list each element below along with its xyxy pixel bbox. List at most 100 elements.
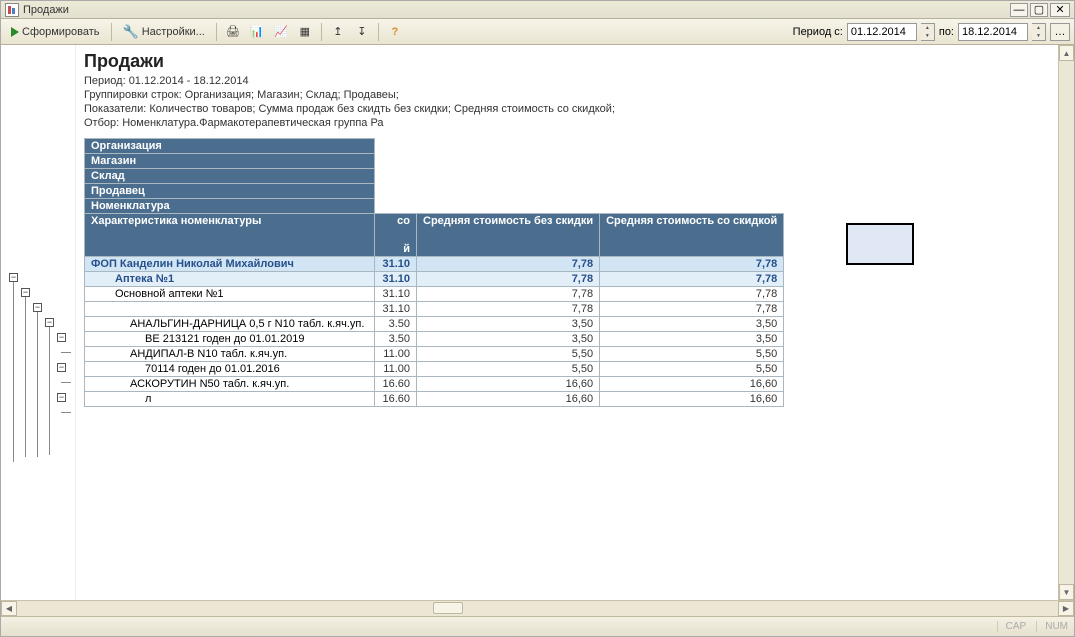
cell-value: 5,50 bbox=[600, 347, 784, 362]
cell-value: 5,50 bbox=[600, 362, 784, 377]
app-window: Продажи — ▢ ✕ Сформировать 🔧 Настройки..… bbox=[0, 0, 1075, 637]
cell-value: 3,50 bbox=[417, 332, 600, 347]
cell-value: 31.10 bbox=[375, 287, 417, 302]
status-num: NUM bbox=[1036, 621, 1068, 632]
period-label: Период с: bbox=[793, 26, 843, 38]
date-from-spinner[interactable]: ▲▼ bbox=[921, 23, 935, 41]
expand-button[interactable]: ↥ bbox=[327, 22, 349, 42]
col-header: Продавец bbox=[85, 184, 375, 199]
date-from-input[interactable] bbox=[847, 23, 917, 41]
col-header: Средняя стоимость без скидки bbox=[417, 214, 600, 257]
row-label: Основной аптеки №1 bbox=[85, 287, 375, 302]
collapse-icon: ↧ bbox=[357, 25, 366, 38]
print-button[interactable]: 🖨 bbox=[222, 22, 244, 42]
col-header: Характеристика номенклатуры bbox=[85, 214, 375, 257]
outline-node[interactable]: − bbox=[21, 288, 30, 297]
table-row[interactable]: ВЕ 213121 годен до 01.01.20193.503,503,5… bbox=[85, 332, 784, 347]
report-title: Продажи bbox=[84, 51, 1050, 72]
cell-value: 7,78 bbox=[600, 302, 784, 317]
table-icon: ▦ bbox=[300, 25, 310, 38]
table-button[interactable]: ▦ bbox=[294, 22, 316, 42]
report-period: Период: 01.12.2014 - 18.12.2014 bbox=[84, 74, 1050, 88]
settings-button-label: Настройки... bbox=[142, 26, 205, 38]
date-to-input[interactable] bbox=[958, 23, 1028, 41]
outline-node[interactable]: − bbox=[57, 363, 66, 372]
table-row[interactable]: л16.6016,6016,60 bbox=[85, 392, 784, 407]
table-row[interactable]: АНАЛЬГИН-ДАРНИЦА 0,5 г N10 табл. к.яч.уп… bbox=[85, 317, 784, 332]
scroll-track[interactable] bbox=[1059, 61, 1074, 584]
cell-value: 3,50 bbox=[600, 317, 784, 332]
form-button-label: Сформировать bbox=[22, 26, 100, 38]
outline-node[interactable]: − bbox=[45, 318, 54, 327]
cell-value: 31.10 bbox=[375, 302, 417, 317]
scroll-track[interactable] bbox=[17, 601, 1058, 616]
row-label: АСКОРУТИН N50 табл. к.яч.уп. bbox=[85, 377, 375, 392]
cell-value: 11.00 bbox=[375, 347, 417, 362]
outline-node[interactable]: − bbox=[57, 333, 66, 342]
scroll-right-button[interactable]: ▶ bbox=[1058, 601, 1074, 616]
tree-button[interactable]: 📈 bbox=[270, 22, 292, 42]
table-row[interactable]: Основной аптеки №131.107,787,78 bbox=[85, 287, 784, 302]
cell-value: 7,78 bbox=[600, 257, 784, 272]
date-to-spinner[interactable]: ▲▼ bbox=[1032, 23, 1046, 41]
outline-node[interactable]: − bbox=[9, 273, 18, 282]
cell-value: 5,50 bbox=[417, 347, 600, 362]
table-row[interactable]: АСКОРУТИН N50 табл. к.яч.уп.16.6016,6016… bbox=[85, 377, 784, 392]
content-area: − − − − − − − Продажи Период: 01.12.20 bbox=[1, 45, 1058, 600]
help-button[interactable]: ? bbox=[384, 22, 406, 42]
row-label: Аптека №1 bbox=[85, 272, 375, 287]
expand-icon: ↥ bbox=[333, 25, 342, 38]
scroll-up-button[interactable]: ▲ bbox=[1059, 45, 1074, 61]
row-label: 70114 годен до 01.01.2016 bbox=[85, 362, 375, 377]
col-header: со й bbox=[375, 214, 417, 257]
report-grid: Организация Магазин Склад Продавец Номен… bbox=[84, 138, 784, 407]
cell-value: 16,60 bbox=[417, 392, 600, 407]
minimize-button[interactable]: — bbox=[1010, 3, 1028, 17]
wrench-icon: 🔧 bbox=[123, 24, 139, 40]
titlebar: Продажи — ▢ ✕ bbox=[1, 1, 1074, 19]
report-sheet[interactable]: Продажи Период: 01.12.2014 - 18.12.2014 … bbox=[76, 45, 1058, 600]
app-icon bbox=[5, 3, 19, 17]
floating-selection-box[interactable] bbox=[846, 223, 914, 265]
table-row[interactable]: 31.107,787,78 bbox=[85, 302, 784, 317]
settings-button[interactable]: 🔧 Настройки... bbox=[117, 22, 211, 42]
row-label bbox=[85, 302, 375, 317]
scroll-down-button[interactable]: ▼ bbox=[1059, 584, 1074, 600]
col-header: Магазин bbox=[85, 154, 375, 169]
scroll-left-button[interactable]: ◀ bbox=[1, 601, 17, 616]
table-row[interactable]: Аптека №131.107,787,78 bbox=[85, 272, 784, 287]
report-grouping: Группировки строк: Организация; Магазин;… bbox=[84, 88, 1050, 102]
row-label: ФОП Канделин Николай Михайлович bbox=[85, 257, 375, 272]
period-more-button[interactable]: … bbox=[1050, 23, 1070, 41]
cell-value: 16,60 bbox=[600, 392, 784, 407]
cell-value: 16,60 bbox=[600, 377, 784, 392]
outline-node[interactable]: − bbox=[57, 393, 66, 402]
window-controls: — ▢ ✕ bbox=[1010, 3, 1070, 17]
window-title: Продажи bbox=[23, 4, 1010, 16]
collapse-button[interactable]: ↧ bbox=[351, 22, 373, 42]
table-row[interactable]: 70114 годен до 01.01.201611.005,505,50 bbox=[85, 362, 784, 377]
cell-value: 7,78 bbox=[600, 272, 784, 287]
table-row[interactable]: АНДИПАЛ-В N10 табл. к.яч.уп.11.005,505,5… bbox=[85, 347, 784, 362]
horizontal-scrollbar[interactable]: ◀ ▶ bbox=[1, 600, 1074, 616]
cell-value: 16.60 bbox=[375, 377, 417, 392]
row-label: ВЕ 213121 годен до 01.01.2019 bbox=[85, 332, 375, 347]
outline-node[interactable]: − bbox=[33, 303, 42, 312]
close-button[interactable]: ✕ bbox=[1050, 3, 1070, 17]
cell-value: 3.50 bbox=[375, 332, 417, 347]
cell-value: 31.10 bbox=[375, 272, 417, 287]
form-button[interactable]: Сформировать bbox=[5, 22, 106, 42]
cell-value: 7,78 bbox=[600, 287, 784, 302]
status-cap: CAP bbox=[997, 621, 1027, 632]
tree-icon: 📈 bbox=[274, 25, 288, 38]
chart-button[interactable]: 📊 bbox=[246, 22, 268, 42]
row-label: АНАЛЬГИН-ДАРНИЦА 0,5 г N10 табл. к.яч.уп… bbox=[85, 317, 375, 332]
cell-value: 3,50 bbox=[417, 317, 600, 332]
row-label: л bbox=[85, 392, 375, 407]
maximize-button[interactable]: ▢ bbox=[1030, 3, 1048, 17]
cell-value: 3,50 bbox=[600, 332, 784, 347]
col-header: Склад bbox=[85, 169, 375, 184]
vertical-scrollbar[interactable]: ▲ ▼ bbox=[1058, 45, 1074, 600]
scroll-thumb[interactable] bbox=[433, 602, 463, 614]
table-row[interactable]: ФОП Канделин Николай Михайлович31.107,78… bbox=[85, 257, 784, 272]
